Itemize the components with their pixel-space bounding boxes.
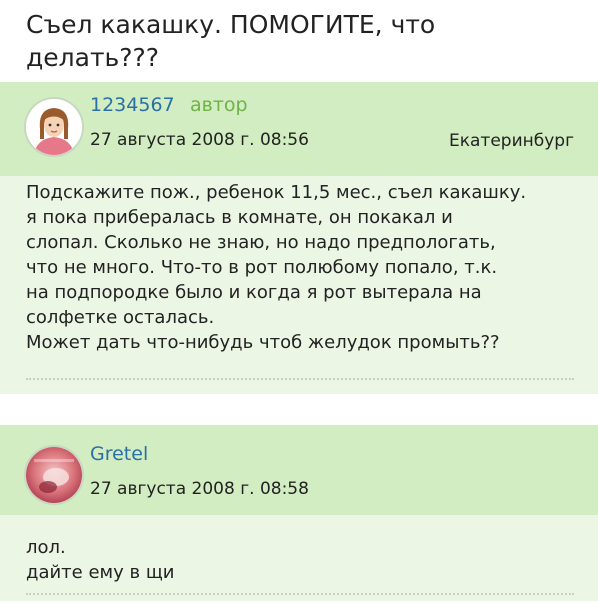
post-date: 27 августа 2008 г. 08:58 [90,479,309,499]
photo-avatar-icon[interactable] [24,445,84,505]
woman-avatar-icon[interactable] [24,97,84,157]
post-text-line: я пока прибералась в комнате, он покакал… [26,207,453,228]
post-text-line: солфетке осталась. [26,307,215,328]
post-text-line: лол. [26,537,66,558]
post-text-line: что не много. Что-то в рот полюбому попа… [26,257,498,278]
title-line-2: делать??? [26,43,160,72]
post: 1234567 автор 27 августа 2008 г. 08:56 Е… [0,82,598,394]
post-text-line: Может дать что-нибудь чтоб желудок промы… [26,332,500,353]
post: Gretel 27 августа 2008 г. 08:58 лол. дай… [0,425,598,601]
post-date: 27 августа 2008 г. 08:56 [90,130,309,150]
post-body: Подскажите пож., ребенок 11,5 мес., съел… [0,176,598,394]
post-text-line: на подпородке было и когда я рот вытерал… [26,282,482,303]
post-header: 1234567 автор 27 августа 2008 г. 08:56 Е… [0,82,598,176]
post-divider [26,378,574,380]
post-header: Gretel 27 августа 2008 г. 08:58 [0,425,598,515]
username-link[interactable]: Gretel [90,443,148,465]
post-city: Екатеринбург [448,131,574,151]
author-badge: автор [190,94,248,116]
post-text-line: дайте ему в щи [26,562,175,583]
post-text-line: слопал. Сколько не знаю, но надо предпол… [26,232,496,253]
title-line-1: Съел какашку. ПОМОГИТЕ, что [26,10,436,39]
page-title: Съел какашку. ПОМОГИТЕ, что делать??? [0,0,598,78]
post-divider [26,593,574,595]
post-text-line: Подскажите пож., ребенок 11,5 мес., съел… [26,182,527,203]
post-body: лол. дайте ему в щи [0,515,598,601]
username-link[interactable]: 1234567 [90,94,175,116]
